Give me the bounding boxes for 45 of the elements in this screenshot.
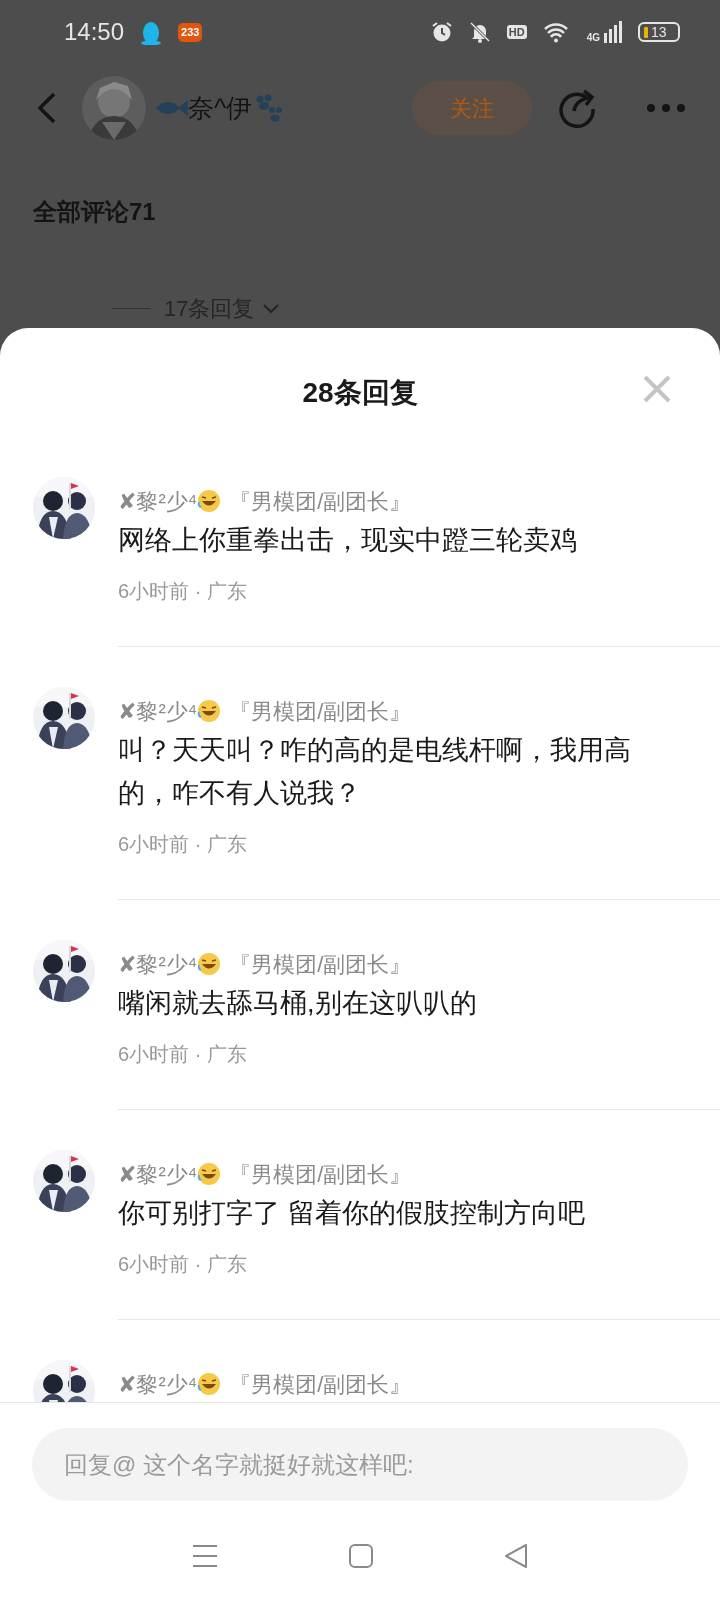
user-title: 『男模团/副团长』 xyxy=(229,697,412,726)
user-name: 奈^伊 xyxy=(188,91,253,125)
battery-level: 13 xyxy=(651,24,667,40)
reply-text: 嘴闲就去舔马桶,别在这叭叭的 xyxy=(118,987,478,1020)
muted-bell-icon xyxy=(468,21,491,43)
laughing-emoji-icon xyxy=(197,489,222,513)
penguin-icon xyxy=(140,19,163,45)
fish-icon xyxy=(154,98,188,118)
hd-label: HD xyxy=(506,24,527,40)
status-time: 14:50 xyxy=(64,17,125,47)
home-square-icon[interactable] xyxy=(349,1544,373,1568)
user-title: 『男模团/副团长』 xyxy=(229,950,412,979)
user-name: ✘黎²少⁴ xyxy=(118,1370,198,1399)
comments-heading: 全部评论71 xyxy=(32,197,157,227)
more-button[interactable] xyxy=(646,103,686,113)
user-name: ✘黎²少⁴ xyxy=(118,1160,198,1189)
user-name: ✘黎²少⁴ xyxy=(118,487,198,516)
reply-text: 叫？天天叫？咋的高的是电线杆啊，我用高的，咋不有人说我？ xyxy=(118,734,632,810)
user-title: 『男模团/副团长』 xyxy=(229,1160,412,1189)
reply-meta: 6小时前 · 广东 xyxy=(118,1252,248,1277)
user-title: 『男模团/副团长』 xyxy=(229,487,412,516)
laughing-emoji-icon xyxy=(197,1372,222,1396)
reply-input[interactable]: 回复@ 这个名字就挺好就这样吧: xyxy=(32,1428,688,1501)
laughing-emoji-icon xyxy=(197,952,222,976)
chevron-down-icon xyxy=(262,302,281,315)
back-triangle-icon[interactable] xyxy=(504,1544,528,1568)
close-button[interactable] xyxy=(642,374,672,404)
share-button[interactable] xyxy=(556,87,598,129)
menu-icon[interactable] xyxy=(192,1544,218,1568)
reply-meta: 6小时前 · 广东 xyxy=(118,832,248,857)
alarm-icon xyxy=(430,21,453,43)
laughing-emoji-icon xyxy=(197,1162,222,1186)
user-title: 『男模团/副团长』 xyxy=(229,1370,412,1399)
user-name: ✘黎²少⁴ xyxy=(118,950,198,979)
reply-meta: 6小时前 · 广东 xyxy=(118,579,248,604)
app-icon[interactable]: 233 xyxy=(178,22,203,42)
reply-meta: 6小时前 · 广东 xyxy=(118,1042,248,1067)
reply-text: 你可别打字了 留着你的假肢控制方向吧 xyxy=(118,1197,586,1230)
sheet-title: 28条回复 xyxy=(302,376,418,410)
network-label: 4G xyxy=(586,33,600,43)
signal-icon xyxy=(604,21,622,43)
user-name: ✘黎²少⁴ xyxy=(118,697,198,726)
laughing-emoji-icon xyxy=(197,699,222,723)
reply-text: 网络上你重拳出击，现实中蹬三轮卖鸡 xyxy=(118,524,578,557)
follow-button[interactable]: 关注 xyxy=(412,81,532,135)
